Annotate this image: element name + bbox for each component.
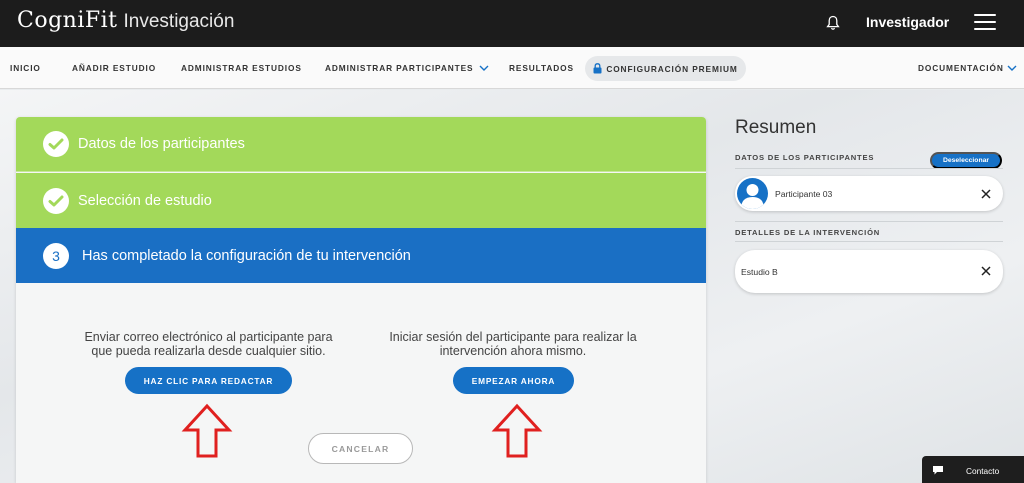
step-label: Selección de estudio (78, 192, 212, 209)
participant-name: Participante 03 (775, 189, 833, 199)
main-nav: INICIO AÑADIR ESTUDIO ADMINISTRAR ESTUDI… (0, 47, 1024, 89)
step-complete: 3 Has completado la configuración de tu … (16, 228, 706, 283)
chevron-down-icon (1007, 65, 1017, 71)
start-now-option-text: Iniciar sesión del participante para rea… (389, 330, 637, 358)
lock-icon (593, 63, 602, 74)
participants-section-label: DATOS DE LOS PARTICIPANTES (735, 153, 875, 162)
divider (735, 221, 1003, 222)
study-chip: Estudio B (735, 250, 1003, 293)
chevron-down-icon (479, 65, 488, 71)
user-name[interactable]: Investigador (866, 14, 949, 30)
nav-documentacion[interactable]: DOCUMENTACIÓN (918, 47, 1017, 89)
nav-anadir-estudio[interactable]: AÑADIR ESTUDIO (72, 47, 156, 89)
logo[interactable]: CogniFit Investigación (17, 8, 234, 33)
summary-title: Resumen (735, 117, 817, 138)
step-number: 3 (43, 242, 69, 269)
top-bar: CogniFit Investigación Investigador (0, 0, 1024, 47)
divider (735, 241, 1003, 242)
cancel-button[interactable]: CANCELAR (308, 433, 413, 464)
close-icon[interactable] (980, 188, 992, 200)
checkmark-icon (43, 187, 69, 214)
deselect-button[interactable]: Deseleccionar (930, 152, 1002, 169)
contact-label: Contacto (966, 466, 1000, 476)
chat-icon (933, 466, 943, 475)
nav-administrar-participantes[interactable]: ADMINISTRAR PARTICIPANTES (325, 47, 489, 89)
hamburger-icon[interactable] (974, 14, 996, 32)
study-name: Estudio B (741, 267, 778, 277)
nav-documentacion-label: DOCUMENTACIÓN (918, 63, 1004, 73)
step-study-selection[interactable]: Selección de estudio (16, 173, 706, 228)
checkmark-icon (43, 131, 69, 157)
close-icon[interactable] (980, 265, 992, 277)
step-label: Datos de los participantes (78, 136, 245, 152)
nav-inicio[interactable]: INICIO (10, 47, 41, 89)
intervention-section-label: DETALLES DE LA INTERVENCIÓN (735, 228, 881, 237)
nav-configuracion-premium[interactable]: CONFIGURACIÓN PREMIUM (585, 56, 746, 81)
email-option-text: Enviar correo electrónico al participant… (84, 330, 333, 358)
participant-chip: Participante 03 (735, 176, 1003, 211)
divider (735, 168, 1003, 169)
arrow-up-icon (181, 403, 233, 458)
nav-administrar-participantes-label: ADMINISTRAR PARTICIPANTES (325, 63, 474, 73)
nav-premium-label: CONFIGURACIÓN PREMIUM (606, 63, 738, 74)
arrow-up-icon (491, 403, 543, 458)
compose-email-button[interactable]: HAZ CLIC PARA REDACTAR (125, 367, 292, 394)
contact-button[interactable]: Contacto (922, 456, 1024, 483)
avatar (737, 178, 768, 209)
logo-brand: CogniFit (17, 8, 118, 33)
nav-resultados[interactable]: RESULTADOS (509, 47, 574, 89)
step-participants[interactable]: Datos de los participantes (16, 117, 706, 172)
start-now-button[interactable]: EMPEZAR AHORA (453, 367, 574, 394)
bell-icon[interactable] (826, 15, 840, 31)
step-label: Has completado la configuración de tu in… (82, 247, 411, 264)
nav-administrar-estudios[interactable]: ADMINISTRAR ESTUDIOS (181, 47, 302, 89)
logo-subtitle: Investigación (123, 11, 235, 32)
intervention-card: Datos de los participantes Selección de … (16, 117, 706, 483)
